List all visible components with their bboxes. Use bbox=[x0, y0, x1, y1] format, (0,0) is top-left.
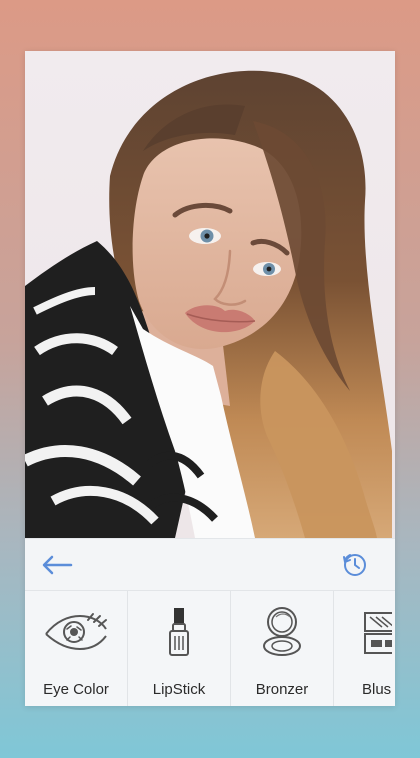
history-icon bbox=[343, 554, 366, 576]
lipstick-icon bbox=[165, 605, 193, 659]
eye-icon bbox=[42, 605, 110, 659]
portrait-illustration bbox=[25, 70, 392, 538]
tool-lipstick[interactable]: LipStick bbox=[128, 591, 231, 706]
tool-blush[interactable]: Blus bbox=[334, 591, 392, 706]
edit-toolbar bbox=[25, 538, 395, 591]
history-button[interactable] bbox=[337, 547, 373, 583]
tool-label-eye-color: Eye Color bbox=[43, 681, 109, 698]
portrait-photo bbox=[25, 51, 395, 538]
palette-icon bbox=[362, 605, 392, 659]
tool-bronzer[interactable]: Bronzer bbox=[231, 591, 334, 706]
tool-eye-color[interactable]: Eye Color bbox=[25, 591, 128, 706]
makeup-editor-card: Eye Color LipStick Bronzer Blus bbox=[25, 51, 395, 706]
makeup-tool-strip: Eye Color LipStick Bronzer Blus bbox=[25, 590, 395, 706]
tool-label-lipstick: LipStick bbox=[152, 681, 206, 698]
back-arrow-icon bbox=[42, 555, 73, 575]
tool-label-blush: Blus bbox=[362, 681, 392, 698]
tool-label-bronzer: Bronzer bbox=[255, 681, 309, 698]
compact-icon bbox=[260, 605, 304, 659]
back-button[interactable] bbox=[39, 547, 75, 583]
